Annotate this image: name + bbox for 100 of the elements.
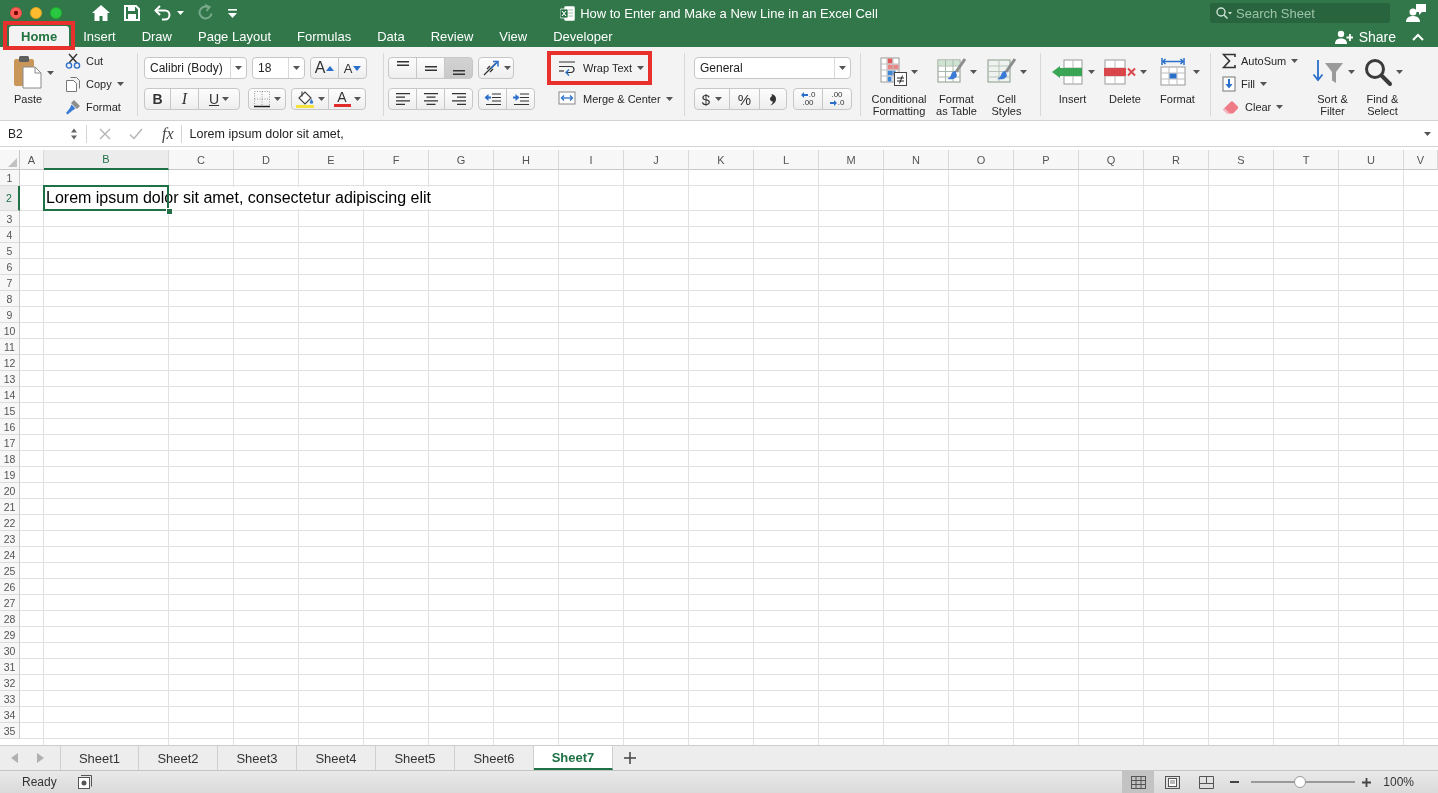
font-name-field[interactable]: Calibri (Body) xyxy=(144,57,247,79)
person-bubble-icon[interactable] xyxy=(1406,4,1426,22)
caret-icon[interactable] xyxy=(274,97,281,101)
caret-icon[interactable] xyxy=(353,97,361,101)
cell-styles-button[interactable]: Cell Styles xyxy=(983,47,1030,120)
fill-handle[interactable] xyxy=(166,208,173,215)
percent-button[interactable]: % xyxy=(729,88,760,110)
caret-icon[interactable] xyxy=(504,66,511,70)
insert-function-button[interactable]: fx xyxy=(162,124,174,143)
caret-icon[interactable] xyxy=(1019,70,1027,74)
save-icon[interactable] xyxy=(124,5,140,21)
column-header[interactable]: G xyxy=(429,150,494,170)
find-button[interactable]: Find & Select xyxy=(1360,47,1405,120)
caret-icon[interactable] xyxy=(116,82,124,86)
caret-icon[interactable] xyxy=(1140,70,1147,74)
caret-icon[interactable] xyxy=(318,97,325,101)
caret-icon[interactable] xyxy=(1260,82,1268,86)
row-header[interactable]: 11 xyxy=(0,339,20,355)
row-header[interactable]: 21 xyxy=(0,499,20,515)
caret-icon[interactable] xyxy=(1276,105,1284,109)
row-header[interactable]: 8 xyxy=(0,291,20,307)
number-format-field[interactable]: General xyxy=(694,57,851,79)
column-header[interactable]: K xyxy=(689,150,754,170)
close-icon[interactable] xyxy=(10,7,22,19)
increase-decimal-button[interactable]: .0 .00 xyxy=(793,88,823,110)
ribbon-tab[interactable]: Review xyxy=(418,26,486,47)
caret-icon[interactable] xyxy=(222,97,230,101)
row-header[interactable]: 6 xyxy=(0,259,20,275)
decrease-indent-button[interactable] xyxy=(478,88,507,110)
spinner-icon[interactable] xyxy=(70,126,78,141)
borders-button[interactable] xyxy=(248,88,286,110)
ribbon-tab[interactable]: Developer xyxy=(541,26,625,47)
fill-button[interactable]: Fill xyxy=(1222,74,1305,94)
autosum-button[interactable]: AutoSum xyxy=(1222,51,1305,71)
macro-record-icon[interactable] xyxy=(77,775,92,789)
row-header[interactable]: 18 xyxy=(0,451,20,467)
decrease-decimal-button[interactable]: .00 .0 xyxy=(822,88,852,110)
ribbon-tab[interactable]: View xyxy=(487,26,540,47)
column-header[interactable]: F xyxy=(364,150,429,170)
comma-style-button[interactable] xyxy=(759,88,787,110)
copy-button[interactable]: Copy xyxy=(65,74,124,94)
column-header[interactable]: V xyxy=(1404,150,1438,170)
font-color-button[interactable]: A xyxy=(328,88,366,110)
sheet-tab[interactable]: Sheet7 xyxy=(534,746,613,770)
row-header[interactable]: 23 xyxy=(0,531,20,547)
conditional-button[interactable]: Conditional Formatting xyxy=(868,47,930,120)
align-button[interactable] xyxy=(444,57,473,79)
row-header[interactable]: 19 xyxy=(0,467,20,483)
home-icon[interactable] xyxy=(92,5,110,21)
column-header[interactable]: J xyxy=(624,150,689,170)
format-cells-button[interactable]: Format xyxy=(1155,47,1200,120)
caret-icon[interactable] xyxy=(1424,131,1431,136)
caret-icon[interactable] xyxy=(715,97,723,101)
format-painter-button[interactable]: Format xyxy=(65,97,124,117)
column-header[interactable]: L xyxy=(754,150,819,170)
row-header[interactable]: 4 xyxy=(0,227,20,243)
grow-font-button[interactable]: A xyxy=(310,57,339,79)
row-header[interactable]: 34 xyxy=(0,707,20,723)
sort-button[interactable]: Sort & Filter xyxy=(1310,47,1355,120)
align-button[interactable] xyxy=(416,88,445,110)
row-header[interactable]: 20 xyxy=(0,483,20,499)
row-header[interactable]: 12 xyxy=(0,355,20,371)
insert-cells-button[interactable]: Insert xyxy=(1050,47,1095,120)
caret-icon[interactable] xyxy=(911,70,918,74)
slider-thumb[interactable] xyxy=(1294,776,1307,788)
orientation-button[interactable] xyxy=(478,57,514,79)
caret-icon[interactable] xyxy=(1347,70,1355,74)
column-header[interactable]: H xyxy=(494,150,559,170)
row-header[interactable]: 33 xyxy=(0,691,20,707)
ribbon-tab[interactable]: Data xyxy=(365,26,417,47)
italic-button[interactable]: I xyxy=(170,88,199,110)
currency-button[interactable]: $ xyxy=(694,88,730,110)
align-button[interactable] xyxy=(388,88,417,110)
enter-check-icon[interactable] xyxy=(129,127,143,140)
ribbon-tab[interactable]: Formulas xyxy=(285,26,364,47)
row-header[interactable]: 28 xyxy=(0,611,20,627)
column-header[interactable]: D xyxy=(234,150,299,170)
table-button[interactable]: Format as Table xyxy=(931,47,982,120)
row-header[interactable]: 10 xyxy=(0,323,20,339)
share-button[interactable]: Share xyxy=(1334,28,1396,45)
delete-cells-button[interactable]: Delete xyxy=(1100,47,1150,120)
caret-icon[interactable] xyxy=(293,66,300,70)
fill-color-button[interactable] xyxy=(291,88,329,110)
shrink-font-button[interactable]: A xyxy=(338,57,367,79)
column-header[interactable]: B xyxy=(44,150,169,170)
caret-icon[interactable] xyxy=(637,66,645,70)
search-field[interactable]: Search Sheet xyxy=(1210,3,1390,23)
row-header[interactable]: 22 xyxy=(0,515,20,531)
caret-icon[interactable] xyxy=(1291,59,1299,63)
row-header[interactable]: 3 xyxy=(0,211,20,227)
formula-field[interactable]: Lorem ipsum dolor sit amet, xyxy=(189,126,1424,141)
row-header[interactable]: 2 xyxy=(0,186,20,211)
undo-icon[interactable] xyxy=(154,5,172,21)
row-header[interactable]: 24 xyxy=(0,547,20,563)
font-size-field[interactable]: 18 xyxy=(252,57,305,79)
minus-icon[interactable] xyxy=(1230,781,1240,783)
column-header[interactable]: R xyxy=(1144,150,1209,170)
row-header[interactable]: 7 xyxy=(0,275,20,291)
zoom-slider[interactable] xyxy=(1251,776,1356,788)
align-button[interactable] xyxy=(444,88,473,110)
